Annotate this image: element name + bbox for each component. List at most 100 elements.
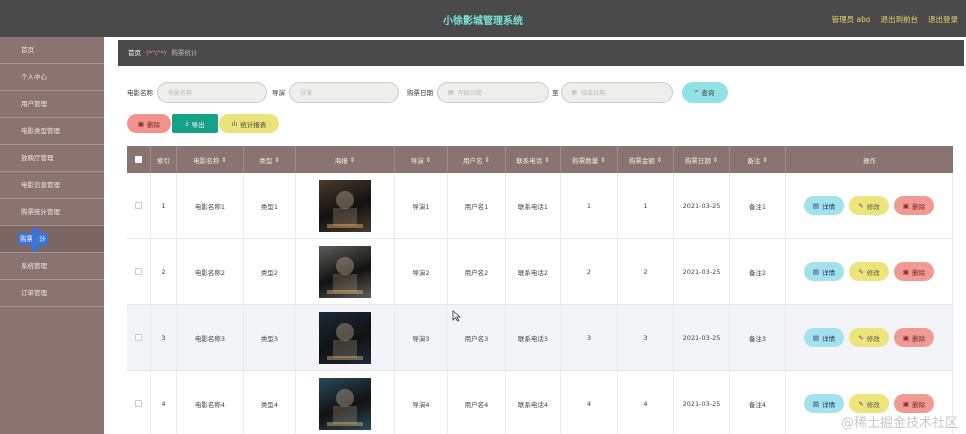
table-row[interactable]: 2 电影名称2 类型2 导演2 用户名2 联系电话2 2 2 2021-03-25 备注2 ▤ 详情 ✎… bbox=[127, 239, 953, 305]
cell-director: 导演1 bbox=[412, 202, 430, 211]
sidebar-item-halls[interactable]: 放映厅管理 bbox=[0, 145, 104, 172]
cell-type: 类型2 bbox=[260, 268, 279, 277]
table-row[interactable]: 3 电影名称3 类型3 导演3 用户名3 联系电话3 3 3 2021-03-25 备注3 ▤ 详情 ✎… bbox=[127, 305, 953, 371]
delete-button[interactable]: ▣ 删除 bbox=[894, 328, 934, 347]
column-header[interactable]: 购票日期 ⇕ bbox=[674, 146, 730, 173]
app-title: 小徐影城管理系统 bbox=[443, 16, 523, 27]
back-to-front-link[interactable]: 退出到前台 bbox=[881, 14, 919, 25]
movie-name-input[interactable]: 电影名称 bbox=[157, 81, 267, 103]
pencil-icon: ✎ bbox=[858, 201, 864, 210]
column-header[interactable]: 购票数量 ⇕ bbox=[561, 146, 618, 173]
header-select-all[interactable] bbox=[127, 146, 151, 173]
cell-index: 2 bbox=[161, 267, 166, 276]
action-toolbar: ▣ 删除 ⤓ 导出 ılı 统计报表 bbox=[127, 114, 279, 133]
column-header[interactable]: 电影名称 ⇕ bbox=[177, 146, 244, 173]
column-header[interactable]: 导演 ⇕ bbox=[395, 146, 448, 173]
cell-type: 类型1 bbox=[260, 202, 279, 211]
top-header: 小徐影城管理系统 管理员 abo 退出到前台 退出登录 bbox=[0, 0, 966, 37]
watermark: @稀土掘金技术社区 bbox=[840, 416, 958, 431]
edit-button[interactable]: ✎ 修改 bbox=[849, 328, 889, 347]
cell-date: 2021-03-25 bbox=[682, 267, 721, 276]
column-header[interactable]: 购票金额 ⇕ bbox=[618, 146, 674, 173]
export-button[interactable]: ⤓ 导出 bbox=[172, 114, 218, 133]
breadcrumb-current: 购票统计 bbox=[171, 49, 198, 57]
edit-button[interactable]: ✎ 修改 bbox=[849, 394, 889, 413]
header-actions: 管理员 abo 退出到前台 退出登录 bbox=[832, 14, 958, 25]
cell-movie-name: 电影名称1 bbox=[194, 202, 226, 211]
table-row[interactable]: 4 电影名称4 类型4 导演4 用户名4 联系电话4 4 4 2021-03-25 备注4 ▤ 详情 ✎… bbox=[127, 371, 953, 434]
calendar-icon: ▤ bbox=[448, 88, 454, 96]
sidebar-item-users[interactable]: 用户管理 bbox=[0, 91, 104, 118]
cell-select bbox=[127, 239, 151, 304]
batch-delete-button[interactable]: ▣ 删除 bbox=[127, 114, 171, 133]
trash-icon: ▣ bbox=[902, 201, 910, 210]
cell-poster bbox=[296, 239, 395, 304]
column-header[interactable]: 备注 ⇕ bbox=[730, 146, 786, 173]
cell-movie-name: 电影名称2 bbox=[194, 268, 226, 277]
cell-username: 用户名4 bbox=[464, 400, 489, 409]
date-end-input[interactable]: ▤ 结束日期 bbox=[560, 81, 673, 103]
sidebar-item-movie-info[interactable]: 电影信息管理 bbox=[0, 172, 104, 199]
row-checkbox[interactable] bbox=[135, 334, 142, 341]
cell-operations: ▤ 详情 ✎ 修改 ▣ 删除 bbox=[786, 305, 953, 370]
row-checkbox[interactable] bbox=[135, 400, 142, 407]
cell-amount: 1 bbox=[643, 201, 648, 210]
cell-date: 2021-03-25 bbox=[682, 399, 721, 408]
sidebar-item-orders[interactable]: 订单管理 bbox=[0, 280, 104, 307]
sidebar-item-system[interactable]: 系统管理 bbox=[0, 253, 104, 280]
cell-select bbox=[127, 173, 151, 238]
date-to-label: 至 bbox=[552, 89, 559, 97]
detail-button[interactable]: ▤ 详情 bbox=[804, 262, 844, 281]
cell-director: 导演3 bbox=[412, 334, 430, 343]
download-icon: ⤓ bbox=[185, 119, 189, 127]
cell-remark: 备注2 bbox=[748, 268, 767, 277]
poster-image bbox=[319, 311, 371, 364]
detail-button[interactable]: ▤ 详情 bbox=[804, 394, 844, 413]
cell-movie-name: 电影名称4 bbox=[194, 400, 226, 409]
admin-label[interactable]: 管理员 abo bbox=[832, 14, 871, 25]
cell-operations: ▤ 详情 ✎ 修改 ▣ 删除 bbox=[786, 173, 953, 238]
row-checkbox[interactable] bbox=[135, 268, 142, 275]
cell-date: 2021-03-25 bbox=[682, 333, 721, 342]
edit-button[interactable]: ✎ 修改 bbox=[849, 196, 889, 215]
cell-movie-name: 电影名称3 bbox=[194, 334, 226, 343]
table-body: 1 电影名称1 类型1 导演1 用户名1 联系电话1 1 1 2021-03-25 备注1 ▤ 详情 ✎… bbox=[127, 173, 953, 434]
cell-quantity: 1 bbox=[586, 201, 592, 210]
delete-button[interactable]: ▣ 删除 bbox=[894, 394, 934, 413]
query-button[interactable]: ⌕ 查询 bbox=[681, 81, 728, 103]
sidebar-item-ticket-stats-mgmt[interactable]: 购票统计管理 bbox=[0, 199, 104, 226]
cell-index: 4 bbox=[161, 399, 166, 408]
column-header[interactable]: 海报 ⇕ bbox=[296, 146, 395, 173]
purchase-date-label: 购票日期 bbox=[407, 89, 433, 97]
trash-icon: ▣ bbox=[902, 333, 910, 342]
director-input[interactable]: 导演 bbox=[289, 81, 399, 103]
detail-button[interactable]: ▤ 详情 bbox=[804, 196, 844, 215]
column-header: 操作 bbox=[863, 156, 876, 165]
search-icon: ⌕ bbox=[694, 88, 699, 95]
trash-icon: ▣ bbox=[902, 399, 910, 408]
sidebar-item-movie-types[interactable]: 电影类型管理 bbox=[0, 118, 104, 145]
column-header[interactable]: 联系电话 ⇕ bbox=[506, 146, 561, 173]
table-row[interactable]: 1 电影名称1 类型1 导演1 用户名1 联系电话1 1 1 2021-03-25 备注1 ▤ 详情 ✎… bbox=[127, 173, 953, 239]
cell-date: 2021-03-25 bbox=[682, 201, 721, 210]
sidebar-item-profile[interactable]: 个人中心 bbox=[0, 64, 104, 91]
director-label: 导演 bbox=[272, 89, 285, 97]
detail-button[interactable]: ▤ 详情 bbox=[804, 328, 844, 347]
sidebar-item-ticket-stats[interactable]: 购票统计 bbox=[0, 226, 104, 253]
cell-quantity: 4 bbox=[586, 399, 592, 408]
report-button[interactable]: ılı 统计报表 bbox=[219, 114, 279, 133]
column-header[interactable]: 类型 ⇕ bbox=[244, 146, 296, 173]
date-start-input[interactable]: ▤ 开始日期 bbox=[437, 81, 549, 103]
sidebar-item-home[interactable]: 首页 bbox=[0, 37, 104, 64]
breadcrumb-home[interactable]: 首页 bbox=[128, 49, 141, 57]
cell-quantity: 2 bbox=[586, 267, 592, 276]
delete-button[interactable]: ▣ 删除 bbox=[894, 262, 934, 281]
column-header[interactable]: 索引 bbox=[151, 146, 177, 173]
table-header: 索引 电影名称 ⇕ 类型 ⇕ 海报 ⇕ 导演 ⇕ 用户名 ⇕ 联系电话 ⇕ 购票… bbox=[127, 146, 953, 173]
logout-link[interactable]: 退出登录 bbox=[928, 14, 958, 25]
edit-button[interactable]: ✎ 修改 bbox=[849, 262, 889, 281]
document-icon: ▤ bbox=[812, 267, 820, 276]
delete-button[interactable]: ▣ 删除 bbox=[894, 196, 934, 215]
column-header[interactable]: 用户名 ⇕ bbox=[448, 146, 506, 173]
row-checkbox[interactable] bbox=[135, 202, 142, 209]
